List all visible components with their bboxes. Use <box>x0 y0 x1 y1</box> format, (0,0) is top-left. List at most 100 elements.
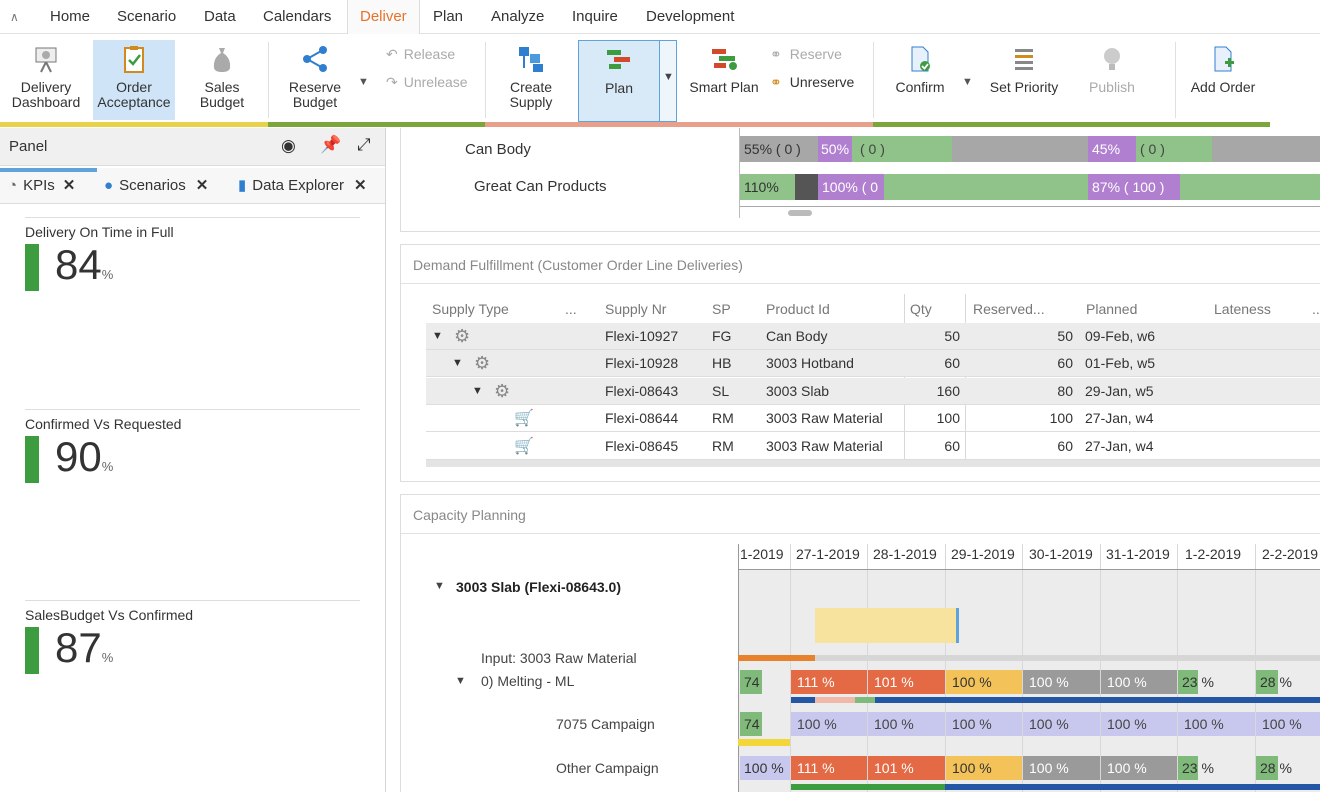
publish-button[interactable]: Publish <box>1074 40 1150 120</box>
unrelease-button[interactable]: ↷ Unrelease <box>386 72 468 92</box>
col-menu[interactable]: ... <box>565 301 577 317</box>
gantt-bar[interactable]: ( 0 ) <box>852 136 952 162</box>
close-icon[interactable]: ✕ <box>354 177 367 194</box>
close-icon[interactable]: ✕ <box>63 177 76 194</box>
col-planned[interactable]: Planned <box>1086 301 1137 317</box>
tab-data-explorer[interactable]: ▮ Data Explorer ✕ <box>238 172 367 200</box>
gantt-bar[interactable]: 87% ( 100 ) <box>1088 174 1180 200</box>
order-acceptance-button[interactable]: Order Acceptance <box>93 40 175 120</box>
capacity-cell[interactable]: 23 % <box>1178 670 1214 694</box>
input-bar[interactable] <box>738 655 815 661</box>
menu-development[interactable]: Development <box>646 0 734 34</box>
capacity-cell[interactable]: 100 % <box>1101 712 1177 736</box>
create-supply-button[interactable]: Create Supply <box>495 40 567 120</box>
menu-home[interactable]: Home <box>50 0 90 34</box>
gantt-bar[interactable]: 100% ( 0 ) <box>818 174 884 221</box>
set-priority-button[interactable]: Set Priority <box>986 40 1062 120</box>
col-product-id[interactable]: Product Id <box>766 301 830 317</box>
table-row[interactable]: 🛒 Flexi-08645 RM 3003 Raw Material 60 60… <box>426 433 1320 460</box>
expand-icon[interactable]: ▼ <box>432 323 443 350</box>
menu-deliver[interactable]: Deliver <box>347 0 420 34</box>
table-row[interactable]: 🛒 Flexi-08644 RM 3003 Raw Material 100 1… <box>426 405 1320 432</box>
priority-list-icon <box>1015 49 1033 70</box>
plan-dropdown[interactable]: ▼ <box>660 40 677 122</box>
scrollbar-thumb[interactable] <box>788 210 812 216</box>
capacity-cell[interactable]: 74 % <box>740 712 762 736</box>
capacity-cell[interactable]: 100 % <box>946 756 1022 780</box>
table-row[interactable]: ▼ ⚙ Flexi-08643 SL 3003 Slab 160 80 29-J… <box>426 378 1320 405</box>
capacity-cell[interactable]: 23 % <box>1178 756 1214 780</box>
smart-plan-button[interactable]: Smart Plan <box>688 40 760 120</box>
gantt-bar[interactable]: 50% <box>818 136 852 162</box>
horizontal-scrollbar[interactable] <box>426 460 1320 467</box>
gantt-bar[interactable] <box>952 136 1088 162</box>
plan-button[interactable]: Plan <box>578 40 660 122</box>
capacity-cell[interactable]: 100 % <box>1256 712 1320 736</box>
capacity-cell[interactable]: 28 % <box>1256 756 1292 780</box>
add-order-button[interactable]: Add Order <box>1184 40 1262 120</box>
capacity-cell[interactable]: 100 % <box>1101 670 1177 694</box>
gantt-bar[interactable]: ( 0 ) <box>1136 136 1212 162</box>
menu-calendars[interactable]: Calendars <box>263 0 331 34</box>
menu-plan[interactable]: Plan <box>433 0 463 34</box>
col-supply-type[interactable]: Supply Type <box>432 301 509 317</box>
menu-data[interactable]: Data <box>204 0 236 34</box>
reserve-button[interactable]: ⚭ Reserve <box>770 44 842 64</box>
capacity-cell[interactable]: 100 % <box>946 670 1022 694</box>
col-qty[interactable]: Qty <box>910 301 932 317</box>
capacity-cell[interactable]: 101 % <box>868 670 945 694</box>
collapse-ribbon-icon[interactable]: ∧ <box>10 0 19 34</box>
tab-scenarios[interactable]: ● Scenarios ✕ <box>104 172 208 200</box>
table-row[interactable]: ▼ ⚙ Flexi-10927 FG Can Body 50 50 09-Feb… <box>426 323 1320 350</box>
pin-icon[interactable]: 📌 <box>320 135 341 155</box>
capacity-cell[interactable]: 100 % <box>1023 670 1100 694</box>
capacity-cell[interactable]: 28 % <box>1256 670 1292 694</box>
confirm-button[interactable]: Confirm <box>882 40 958 120</box>
gantt-bar[interactable] <box>1212 136 1320 162</box>
gantt-bar[interactable] <box>1180 174 1320 200</box>
reserve-budget-button[interactable]: Reserve Budget <box>277 40 353 120</box>
gantt-bar[interactable] <box>795 174 818 200</box>
sales-budget-button[interactable]: Sales Budget <box>184 40 260 120</box>
capacity-cell[interactable]: 74 % <box>740 670 762 694</box>
capacity-cell[interactable]: 100 % <box>868 712 945 736</box>
col-more[interactable]: .. <box>1312 301 1320 317</box>
unreserve-button[interactable]: ⚭ Unreserve <box>770 72 854 92</box>
col-reserved[interactable]: Reserved... <box>973 301 1045 317</box>
col-lateness[interactable]: Lateness <box>1214 301 1271 317</box>
expand-icon[interactable]: ▼ <box>455 675 466 687</box>
col-supply-nr[interactable]: Supply Nr <box>605 301 666 317</box>
gantt-bar[interactable]: 55% ( 0 ) <box>740 136 818 162</box>
capacity-cell[interactable]: 101 % <box>868 756 945 780</box>
capacity-cell[interactable]: 100 % <box>1023 756 1100 780</box>
col-sp[interactable]: SP <box>712 301 731 317</box>
capacity-cell[interactable]: 100 % <box>946 712 1022 736</box>
gantt-bar[interactable]: 45% <box>1088 136 1136 162</box>
operation-bar[interactable] <box>815 608 959 643</box>
expand-icon[interactable]: ▼ <box>472 378 483 405</box>
capacity-cell[interactable]: 100 % <box>1178 712 1255 736</box>
confirm-dropdown-icon[interactable]: ▼ <box>962 72 973 92</box>
capacity-cell[interactable]: 111 % <box>791 670 867 694</box>
expand-icon[interactable]: ▼ <box>452 350 463 377</box>
tab-kpis[interactable]: ◔ KPIs ✕ <box>8 172 75 200</box>
reserve-budget-dropdown-icon[interactable]: ▼ <box>358 72 369 92</box>
supply-nr: Flexi-10928 <box>605 355 679 371</box>
table-row[interactable]: ▼ ⚙ Flexi-10928 HB 3003 Hotband 60 60 01… <box>426 350 1320 377</box>
capacity-cell[interactable]: 100 % <box>1023 712 1100 736</box>
menu-analyze[interactable]: Analyze <box>491 0 544 34</box>
capacity-cell[interactable]: 100 % <box>740 756 790 780</box>
collapse-icon[interactable]: ⤢ <box>357 135 371 155</box>
release-button[interactable]: ↶ Release <box>386 44 455 64</box>
gantt-bar[interactable]: 110% <box>740 174 795 200</box>
close-icon[interactable]: ✕ <box>196 177 209 194</box>
eye-icon[interactable]: ◉ <box>281 136 296 156</box>
capacity-cell[interactable]: 100 % <box>791 712 867 736</box>
capacity-cell[interactable]: 100 % <box>1101 756 1177 780</box>
capacity-cell[interactable]: 111 % <box>791 756 867 780</box>
menu-inquire[interactable]: Inquire <box>572 0 618 34</box>
gantt-bar[interactable] <box>884 174 1088 200</box>
expand-icon[interactable]: ▼ <box>434 580 445 592</box>
menu-scenario[interactable]: Scenario <box>117 0 176 34</box>
delivery-dashboard-button[interactable]: Delivery Dashboard <box>6 40 86 120</box>
